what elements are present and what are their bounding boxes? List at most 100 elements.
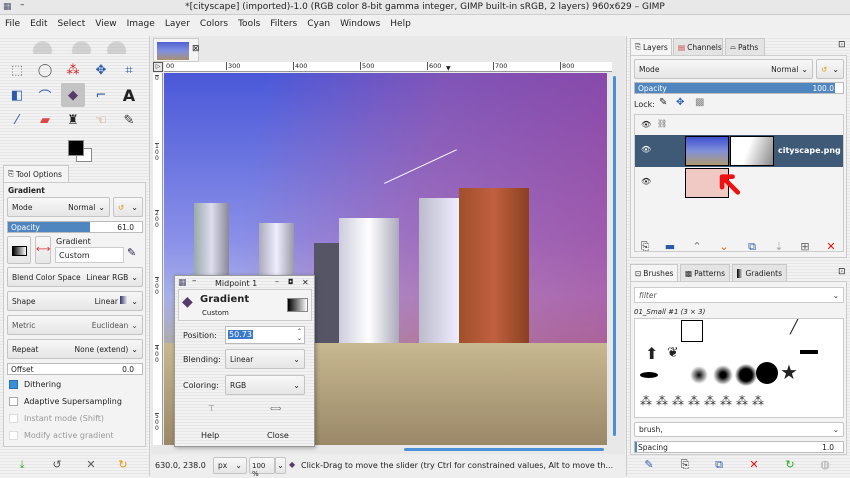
reverse-gradient-button[interactable]: ⟷ <box>35 236 51 264</box>
mode-reset-button[interactable]: ↺ ⌄ <box>113 197 143 217</box>
menu-select[interactable]: Select <box>53 15 91 33</box>
tab-channels[interactable]: ▤ Channels <box>673 38 723 55</box>
metric-select[interactable]: Metric Euclidean ⌄ <box>7 315 143 335</box>
tab-layers[interactable]: ⎘ Layers <box>630 38 672 55</box>
layer-opacity-slider[interactable]: Opacity 100.0 <box>634 82 844 94</box>
tab-paths[interactable]: ⌓ Paths <box>725 38 765 55</box>
menu-filters[interactable]: Filters <box>265 15 302 33</box>
maximize-icon[interactable]: ◘ <box>288 278 294 286</box>
menu-help[interactable]: Help <box>385 15 416 33</box>
move-tool-icon[interactable]: ✥ <box>91 60 111 80</box>
brush-grid[interactable]: ⬆ ❦ ╱ ★ ⁂⁂⁂⁂⁂⁂⁂⁂ <box>634 318 844 418</box>
position-spinbox[interactable]: 50.73 ⌃ ⌄ <box>225 326 305 344</box>
duplicate-layer-icon[interactable]: ⧉ <box>745 240 759 254</box>
spacing-slider[interactable]: Spacing 1.0 <box>634 441 844 453</box>
menu-view[interactable]: View <box>90 15 121 33</box>
merge-down-icon[interactable]: ⇣ <box>772 240 786 253</box>
brush-block[interactable] <box>800 350 818 354</box>
brush-line[interactable]: ╱ <box>790 319 798 335</box>
clone-tool-icon[interactable]: ♜ <box>63 110 83 130</box>
menu-tools[interactable]: Tools <box>233 15 265 33</box>
brush-ellipse[interactable] <box>640 372 658 378</box>
gradient-preview-button[interactable] <box>7 236 31 264</box>
raise-layer-icon[interactable]: ⌃ <box>690 240 704 253</box>
dithering-checkbox[interactable] <box>9 380 18 389</box>
rect-select-tool-icon[interactable]: ⬚ <box>7 60 27 80</box>
delete-brush-icon[interactable]: ✕ <box>747 458 761 471</box>
color-picker-tool-icon[interactable]: ⁄ <box>7 110 27 130</box>
blending-select[interactable]: Linear ⌄ <box>225 349 305 369</box>
menu-image[interactable]: Image <box>122 15 160 33</box>
close-button[interactable]: Close <box>267 431 289 440</box>
warp-tool-icon[interactable]: ⌒ <box>35 85 55 105</box>
brush-leaves[interactable]: ❦ <box>667 345 679 361</box>
edit-gradient-icon[interactable]: ✎ <box>127 246 136 259</box>
duplicate-brush-icon[interactable]: ⧉ <box>712 458 726 472</box>
opacity-slider[interactable]: Opacity 61.0 <box>7 221 143 233</box>
tab-brushes[interactable]: ⊡ Brushes <box>630 264 678 281</box>
unit-select[interactable]: px ⌄ <box>213 457 247 474</box>
smudge-tool-icon[interactable]: ☜ <box>91 110 111 130</box>
delete-layer-icon[interactable]: ✕ <box>824 240 838 253</box>
add-mask-icon[interactable]: ⊞ <box>798 240 812 253</box>
layer-name[interactable]: cityscape.png <box>778 146 841 155</box>
text-tool-icon[interactable]: A <box>119 85 139 105</box>
edit-brush-icon[interactable]: ✎ <box>642 458 656 471</box>
reset-options-icon[interactable]: ↻ <box>116 458 130 471</box>
lock-alpha-icon[interactable]: ▩ <box>695 97 704 108</box>
brush-fuzzy[interactable] <box>735 364 757 386</box>
mode-select[interactable]: Mode Normal ⌄ <box>7 197 110 217</box>
brush-filter-input[interactable]: filter ⌄ <box>634 287 844 303</box>
new-layer-group-icon[interactable]: ▬ <box>663 240 677 253</box>
new-gradient-icon[interactable]: ⊤ <box>208 404 215 413</box>
zoom-field[interactable]: 100 % <box>249 457 275 478</box>
tab-patterns[interactable]: ▩ Patterns <box>680 264 730 281</box>
menu-layer[interactable]: Layer <box>160 15 195 33</box>
layer-row[interactable]: 👁 cityscape.png <box>635 135 843 167</box>
paths-tool-icon[interactable]: ⌐ <box>91 85 111 105</box>
tab-gradients[interactable]: Gradients <box>732 264 787 281</box>
brush-tags-input[interactable]: brush, ⌄ <box>634 422 844 437</box>
coloring-select[interactable]: RGB ⌄ <box>225 375 305 395</box>
brush-fuzzy[interactable] <box>713 365 733 385</box>
menu-file[interactable]: File <box>0 15 25 33</box>
dock-menu-icon[interactable]: ⊡ <box>838 267 846 277</box>
modify-active-checkbox[interactable] <box>9 431 18 440</box>
brush-star[interactable]: ★ <box>780 360 798 384</box>
brush-arrow[interactable]: ⬆ <box>645 344 658 363</box>
help-button[interactable]: Help <box>201 431 219 440</box>
dialog-menu-icon[interactable]: – <box>192 276 197 286</box>
instant-mode-checkbox[interactable] <box>9 414 18 423</box>
eraser-tool-icon[interactable]: ▰ <box>35 110 55 130</box>
offset-slider[interactable]: Offset 0.0 <box>7 363 143 375</box>
brush-selected[interactable] <box>681 320 703 342</box>
fuzzy-select-tool-icon[interactable]: ⁂ <box>63 60 83 80</box>
flip-tool-icon[interactable]: ◧ <box>7 85 27 105</box>
eye-icon[interactable]: 👁 <box>641 145 651 154</box>
refresh-brushes-icon[interactable]: ↻ <box>783 458 797 471</box>
eye-icon[interactable]: 👁 <box>641 177 651 186</box>
crop-tool-icon[interactable]: ⌗ <box>119 60 139 80</box>
close-tab-icon[interactable]: ⊠ <box>192 44 200 54</box>
menu-cyan[interactable]: Cyan <box>302 15 335 33</box>
paintbrush-tool-icon[interactable]: ✎ <box>119 110 139 130</box>
adaptive-supersampling-checkbox[interactable] <box>9 397 18 406</box>
center-midpoint-icon[interactable]: ⟺ <box>270 404 281 413</box>
repeat-select[interactable]: Repeat None (extend) ⌄ <box>7 339 143 359</box>
vertical-scrollbar[interactable] <box>610 73 620 445</box>
layer-mode-select[interactable]: Mode Normal ⌄ <box>634 59 813 79</box>
menu-windows[interactable]: Windows <box>335 15 385 33</box>
new-brush-icon[interactable]: ⎘ <box>678 458 692 472</box>
gradient-name-field[interactable]: Custom <box>55 247 124 263</box>
brush-splatter-row[interactable]: ⁂⁂⁂⁂⁂⁂⁂⁂ <box>640 394 768 408</box>
brush-fuzzy[interactable] <box>690 366 708 384</box>
save-options-icon[interactable]: ⤓ <box>15 458 29 472</box>
lower-layer-icon[interactable]: ⌄ <box>717 240 731 253</box>
lock-position-icon[interactable]: ✥ <box>676 97 684 108</box>
delete-options-icon[interactable]: ✕ <box>84 458 98 471</box>
new-layer-icon[interactable]: ⎘ <box>638 240 652 254</box>
image-tab[interactable]: ⊠ <box>153 38 200 62</box>
dock-menu-icon[interactable]: ⊡ <box>838 40 846 50</box>
lasso-tool-icon[interactable]: ◯ <box>35 60 55 80</box>
close-icon[interactable]: ✕ <box>302 278 309 287</box>
